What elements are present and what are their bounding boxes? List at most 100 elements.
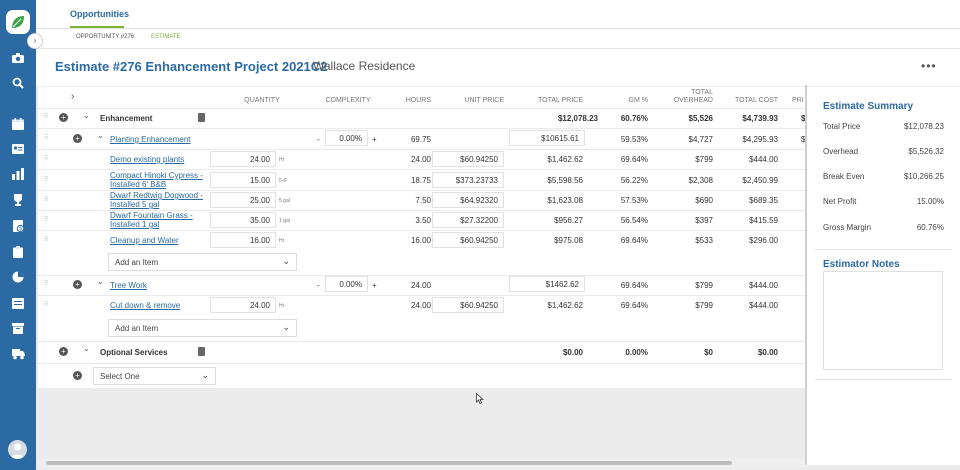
chevron-down-icon: ⌄ (201, 370, 209, 380)
complexity-input[interactable]: 0.00% (325, 130, 368, 146)
app-logo-icon[interactable] (6, 10, 30, 34)
archive-icon[interactable] (10, 320, 26, 336)
unit-label: 5-6' (279, 178, 288, 184)
quantity-input[interactable]: 24.00 (210, 297, 276, 313)
add-item-dropdown[interactable]: Add an Item ⌄ (108, 319, 297, 337)
quantity-input[interactable]: 16.00 (210, 232, 276, 248)
sidebar-toggle-button[interactable]: › (27, 33, 43, 49)
item-total-price: $1,462.62 (547, 155, 583, 164)
item-total-price: $1,462.62 (547, 301, 583, 310)
unit-price-input[interactable]: $373.23733 (432, 172, 504, 188)
chevron-down-icon[interactable]: ⌄ (97, 131, 104, 140)
drag-handle-icon[interactable]: ⠿ (44, 236, 48, 243)
scrollbar-thumb[interactable] (46, 461, 732, 465)
camera-icon[interactable] (10, 50, 26, 66)
truck-icon[interactable] (10, 346, 26, 362)
complexity-decrease-button[interactable]: - (317, 281, 320, 290)
item-name-line2[interactable]: Installed 6' B&B (110, 180, 166, 189)
item-name-line1[interactable]: Dwarf Fountain Grass - (110, 211, 193, 220)
bar-chart-icon[interactable] (10, 166, 26, 182)
unit-price-input[interactable]: $64.92320 (432, 192, 504, 208)
notes-title: Estimator Notes (823, 259, 900, 270)
unit-price-input[interactable]: $60.94250 (432, 232, 504, 248)
plus-circle-icon[interactable]: + (73, 371, 82, 380)
client-name[interactable]: Wallace Residence (313, 59, 415, 73)
item-name-line2[interactable]: Installed 5 gal (110, 200, 159, 209)
quantity-input[interactable]: 24.00 (210, 151, 276, 167)
item-total-price: $1,623.08 (547, 196, 583, 205)
dollar-file-icon[interactable]: $ (10, 218, 26, 234)
add-item-dropdown[interactable]: Add an Item ⌄ (108, 253, 297, 271)
document-icon[interactable] (198, 113, 205, 122)
drag-handle-icon[interactable]: ⠿ (44, 301, 48, 308)
item-name[interactable]: Cleanup and Water (110, 236, 179, 245)
drag-handle-icon[interactable]: ⠿ (44, 134, 48, 141)
summary-title: Estimate Summary (823, 101, 914, 112)
active-tab-indicator (70, 26, 124, 28)
drag-handle-icon[interactable]: ⠿ (44, 280, 48, 287)
unit-price-input[interactable]: $27.32200 (432, 212, 504, 228)
plus-circle-icon[interactable]: + (73, 280, 82, 289)
divider (38, 230, 805, 231)
document-icon[interactable] (198, 347, 205, 356)
chevron-down-icon[interactable]: ⌄ (83, 344, 90, 353)
quantity-input[interactable]: 35.00 (210, 212, 276, 228)
unit-label: Hr (279, 157, 285, 163)
drag-handle-icon[interactable]: ⠿ (44, 216, 48, 223)
plus-circle-icon[interactable]: + (59, 113, 68, 122)
pie-chart-icon[interactable] (10, 269, 26, 285)
section-total-cost: $4,739.93 (742, 114, 778, 123)
quantity-input[interactable]: 15.00 (210, 172, 276, 188)
search-icon[interactable] (10, 75, 26, 91)
drag-handle-icon[interactable]: ⠿ (44, 155, 48, 162)
divider (38, 341, 805, 342)
quantity-input[interactable]: 25.00 (210, 192, 276, 208)
group-total-price-input[interactable]: $10615.61 (509, 130, 585, 146)
avatar-icon[interactable] (8, 440, 27, 459)
horizontal-scrollbar[interactable] (38, 459, 805, 467)
plus-circle-icon[interactable]: + (59, 347, 68, 356)
unit-price-input[interactable]: $60.94250 (432, 151, 504, 167)
drag-handle-icon[interactable]: ⠿ (44, 196, 48, 203)
item-gm: 69.64% (620, 155, 648, 164)
add-item-label: Add an Item (115, 258, 159, 267)
trophy-icon[interactable] (10, 192, 26, 208)
item-name-line2[interactable]: Installed 1 gal (110, 220, 159, 229)
nav-opportunities[interactable]: Opportunities (70, 9, 129, 19)
item-name[interactable]: Cut down & remove (110, 301, 180, 310)
select-one-dropdown[interactable]: Select One ⌄ (93, 367, 216, 385)
calendar-icon[interactable] (10, 116, 26, 132)
item-hours: 7.50 (415, 196, 431, 205)
estimator-notes-textarea[interactable] (823, 271, 943, 370)
item-hours: 24.00 (410, 155, 431, 164)
item-name[interactable]: Demo existing plants (110, 155, 184, 164)
report-icon[interactable] (10, 295, 26, 311)
item-hours: 16.00 (410, 236, 431, 245)
complexity-increase-button[interactable]: + (372, 135, 377, 144)
item-name-line1[interactable]: Dwarf Redtwig Dogwood - (110, 191, 203, 200)
item-gm: 56.22% (620, 176, 648, 185)
item-name-line1[interactable]: Compact Hinoki Cypress - (110, 171, 203, 180)
clipboard-icon[interactable] (10, 244, 26, 260)
group-total-price-input[interactable]: $1462.62 (509, 276, 585, 292)
summary-label: Break Even (823, 172, 865, 181)
breadcrumb-opportunity[interactable]: OPPORTUNITY #276 (76, 34, 134, 40)
unit-price-input[interactable]: $60.94250 (432, 297, 504, 313)
group-name[interactable]: Planting Enhancement (110, 135, 191, 144)
complexity-increase-button[interactable]: + (372, 281, 377, 290)
more-icon[interactable]: ••• (921, 59, 937, 73)
unit-label: 1 gal (279, 218, 290, 224)
chevron-down-icon[interactable]: ⌄ (97, 277, 104, 286)
chevron-right-icon[interactable]: › (71, 91, 74, 102)
complexity-input[interactable]: 0.00% (325, 276, 368, 292)
chevron-down-icon[interactable]: ⌄ (83, 111, 90, 120)
contact-card-icon[interactable] (10, 141, 26, 157)
complexity-decrease-button[interactable]: - (317, 135, 320, 144)
top-nav: Opportunities (36, 0, 960, 29)
plus-circle-icon[interactable]: + (73, 134, 82, 143)
item-gm: 57.53% (620, 196, 648, 205)
drag-handle-icon[interactable]: ⠿ (44, 113, 48, 120)
group-name[interactable]: Tree Work (110, 281, 147, 290)
drag-handle-icon[interactable]: ⠿ (44, 176, 48, 183)
sidebar: $ (0, 0, 36, 470)
